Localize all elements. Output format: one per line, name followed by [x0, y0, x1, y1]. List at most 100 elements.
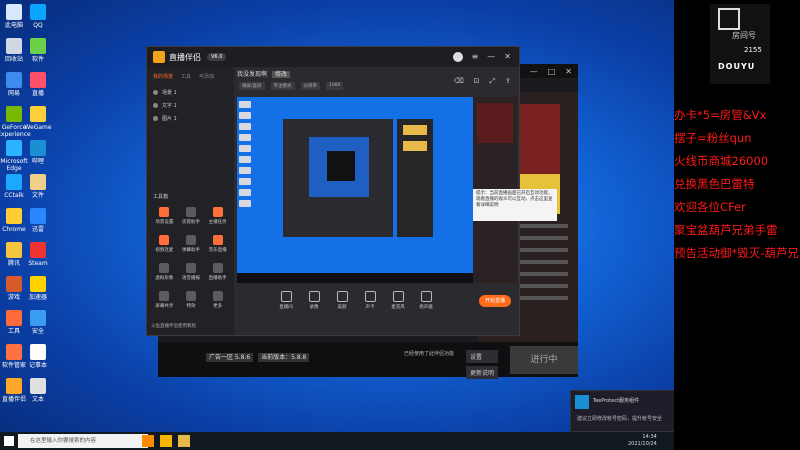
tool-item[interactable]: 视频连麦	[151, 235, 178, 253]
control-label: 麦克风	[391, 305, 405, 310]
lock-icon[interactable]: ⊡	[474, 77, 480, 86]
streaming-companion-window[interactable]: 直播伴侣 V6.0 ≡ — ✕ 我的场景 工具 可添加 场景 1 文字 1 图片…	[146, 46, 557, 336]
tool-label: 直播助手	[208, 276, 227, 281]
desktop-icon-label: 迅雷	[31, 226, 44, 233]
room-label: 房间号	[732, 31, 756, 40]
desktop-icon[interactable]: 安全	[18, 310, 58, 335]
fullscreen-icon[interactable]: ⤢	[490, 77, 496, 86]
delete-icon[interactable]: ⌫	[454, 77, 464, 86]
control-label: 美颜	[337, 305, 347, 310]
overlay-lines: 办卡*5=房管&Vx 摆子=粉丝qun 火线币商城26000 兑换黑色巴雷特 欢…	[674, 104, 800, 265]
desktop-icon[interactable]: QQ	[18, 4, 58, 29]
tool-item[interactable]: 特效	[178, 291, 205, 309]
tool-item[interactable]: 更多	[204, 291, 231, 309]
notification-toast[interactable]: TeeProtect服务组件 建议立即修改帐号密码，提升帐号安全	[570, 390, 674, 432]
tutorial-link[interactable]: 斗鱼直播伴侣使用教程	[151, 323, 196, 329]
logo-caption: DOUYU	[718, 62, 756, 71]
tool-item[interactable]: 虚拟形象	[151, 263, 178, 281]
settings-button[interactable]: 设置	[466, 350, 499, 363]
close-icon[interactable]: ✕	[565, 67, 572, 76]
tool-item[interactable]: 屏幕共享	[151, 291, 178, 309]
subtag[interactable]: 专注模式	[270, 82, 295, 90]
shield-icon	[575, 395, 589, 409]
scene-item[interactable]: 图片 1	[147, 112, 234, 125]
app-icon	[30, 378, 46, 394]
front-titlebar[interactable]: 直播伴侣 V6.0 ≡ — ✕	[147, 47, 519, 67]
start-live-button[interactable]: 开始直播	[479, 295, 511, 307]
control-icon	[280, 291, 292, 302]
live-preview[interactable]	[237, 97, 473, 283]
minimize-icon[interactable]: —	[487, 52, 495, 62]
eye-icon[interactable]	[153, 116, 158, 121]
edit-tag[interactable]: 修改	[271, 71, 290, 78]
desktop-icon[interactable]: 直播	[18, 72, 58, 97]
in-progress-button[interactable]: 进行中	[510, 346, 578, 374]
tool-item[interactable]: 房管助手	[178, 207, 205, 225]
scene-item[interactable]: 场景 1	[147, 86, 234, 99]
tool-item[interactable]: 直播助手	[204, 263, 231, 281]
overlay-line: 欢迎各位CFer	[674, 200, 746, 214]
tool-icon	[185, 235, 196, 245]
desktop-icon[interactable]: Steam	[18, 242, 58, 267]
avatar[interactable]	[452, 52, 463, 62]
desktop-icon[interactable]: WeGame	[18, 106, 58, 131]
tool-item[interactable]: 弹幕助手	[178, 235, 205, 253]
control-button[interactable]: 声卡	[361, 291, 379, 310]
desktop-icon-label: 记事本	[28, 362, 47, 369]
tool-item[interactable]: 主播任务	[204, 207, 231, 225]
tool-icon	[159, 235, 170, 245]
tool-icon	[185, 291, 196, 301]
toolbox-grid: 场景设置 房管助手 主播任务视频连麦 弹幕助手 音乐直播虚拟形象 语音播报 直播助手屏幕共享…	[151, 207, 231, 309]
minimize-icon[interactable]: —	[530, 67, 538, 76]
close-icon[interactable]: ✕	[504, 52, 511, 62]
version-badge[interactable]: V6.0	[207, 53, 227, 61]
room-subtags: 横屏/竖屏 专注模式 分辨率 1080	[239, 82, 344, 90]
desktop-icon[interactable]: 加速器	[18, 276, 58, 301]
tool-item[interactable]: 场景设置	[151, 207, 178, 225]
tab-tools[interactable]: 工具	[181, 73, 191, 80]
desktop-icon[interactable]: 迅雷	[18, 208, 58, 233]
back-side-buttons: 设置 更新说明	[466, 350, 499, 382]
desktop-icon[interactable]: 文本	[18, 378, 58, 403]
maximize-icon[interactable]: □	[548, 67, 556, 76]
control-label: 声卡	[365, 305, 375, 310]
companion-taskbar-icon[interactable]	[142, 435, 154, 447]
control-button[interactable]: 直播间	[277, 291, 295, 310]
app-taskbar-icon[interactable]	[160, 435, 172, 447]
changelog-button[interactable]: 更新说明	[466, 366, 499, 379]
app-icon	[30, 140, 46, 156]
eye-icon[interactable]	[153, 103, 158, 108]
desktop-icon-label: 文件	[31, 192, 44, 199]
app-icon	[30, 174, 46, 190]
scene-item[interactable]: 文字 1	[147, 99, 234, 112]
tab-addable[interactable]: 可添加	[199, 73, 214, 80]
control-button[interactable]: 美颜	[333, 291, 351, 310]
tool-label: 弹幕助手	[181, 248, 200, 253]
app-name: 直播伴侣	[169, 52, 201, 62]
desktop-icon-label: 文本	[31, 396, 44, 403]
desktop-icon[interactable]: 文件	[18, 174, 58, 199]
windows-start-icon[interactable]	[4, 436, 14, 446]
subtag: 分辨率	[300, 82, 321, 90]
desktop-icon[interactable]: 哔哩	[18, 140, 58, 165]
desktop-icon[interactable]: 软件	[18, 38, 58, 63]
control-button[interactable]: 扬声器	[417, 291, 435, 310]
subtag[interactable]: 横屏/竖屏	[239, 82, 265, 90]
control-button[interactable]: 录像	[305, 291, 323, 310]
eye-icon[interactable]	[153, 90, 158, 95]
desktop-icon[interactable]: 记事本	[18, 344, 58, 369]
app-icon	[30, 276, 46, 292]
menu-icon[interactable]: ≡	[472, 52, 479, 62]
back-hint: 已经使用了此伴侣功能	[404, 351, 455, 357]
app-icon	[30, 242, 46, 258]
control-button[interactable]: 麦克风	[389, 291, 407, 310]
tool-item[interactable]: 语音播报	[178, 263, 205, 281]
toolbox-title: 工具箱	[153, 194, 169, 200]
tool-icon	[212, 207, 223, 217]
tool-item[interactable]: 音乐直播	[204, 235, 231, 253]
tab-scenes[interactable]: 我的场景	[153, 73, 173, 80]
folder-taskbar-icon[interactable]	[178, 435, 190, 447]
share-icon[interactable]: ⇪	[505, 77, 511, 86]
clock[interactable]: 14:34 2021/10/24	[628, 434, 657, 448]
search-input[interactable]: 在这里输入你要搜索的内容	[18, 434, 148, 448]
